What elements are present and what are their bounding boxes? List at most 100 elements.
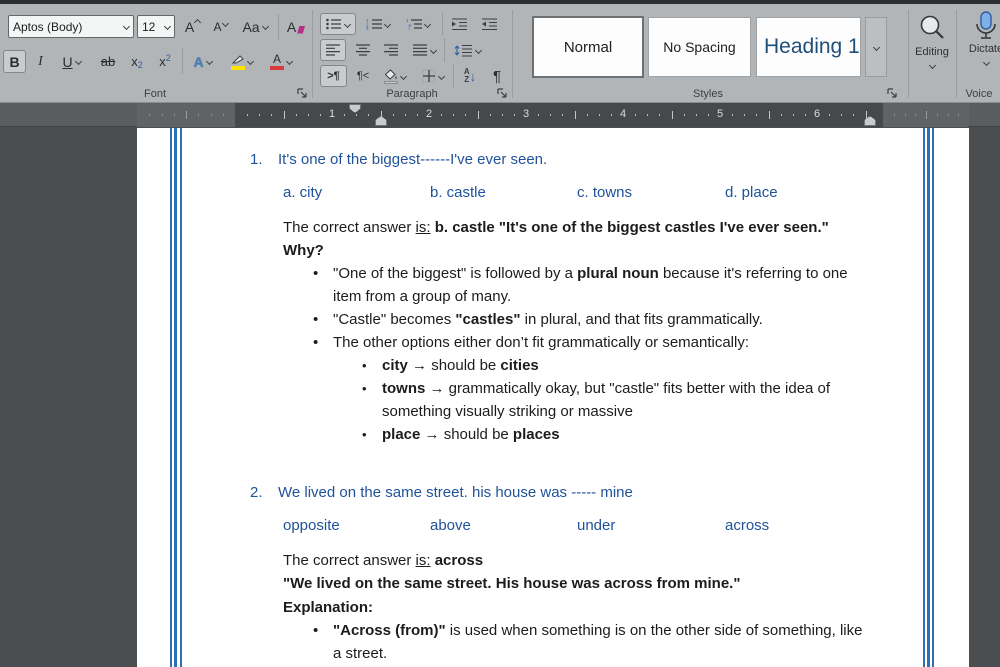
chevron-down-icon — [423, 20, 432, 28]
eraser-icon — [297, 25, 306, 34]
microphone-icon — [976, 11, 996, 39]
chevron-down-icon — [74, 57, 82, 66]
style-heading-1[interactable]: Heading 1 — [756, 17, 861, 77]
style-normal[interactable]: Normal — [533, 17, 643, 77]
borders-icon — [422, 69, 436, 83]
strikethrough-button[interactable]: ab — [94, 50, 122, 73]
question-2: 2. We lived on the same street. his hous… — [250, 481, 870, 504]
mini-separator — [453, 64, 454, 88]
bullet-icon — [313, 619, 333, 665]
question-text: It's one of the biggest------I've ever s… — [278, 151, 548, 168]
rtl-direction-button[interactable]: ¶< — [351, 65, 375, 87]
styles-group: Normal No Spacing Heading 1 Styles — [516, 4, 900, 103]
sub-list-item: place → should be places — [362, 423, 872, 446]
grow-font-button[interactable]: A — [180, 15, 205, 38]
increase-indent-icon — [482, 18, 497, 30]
chevron-down-icon — [383, 20, 392, 28]
answer-line-1: The correct answer is: b. castle "It's o… — [283, 219, 829, 236]
group-separator — [512, 10, 513, 98]
chevron-down-icon — [122, 22, 131, 31]
styles-dialog-launcher[interactable] — [886, 87, 898, 99]
chevron-down-icon — [429, 46, 437, 54]
multilevel-list-button[interactable]: 1ai — [400, 13, 436, 35]
justify-button[interactable] — [406, 39, 442, 61]
decrease-indent-button[interactable] — [446, 13, 473, 35]
search-icon — [920, 15, 944, 39]
bold-button[interactable]: B — [3, 50, 26, 73]
text-highlight-button[interactable] — [224, 50, 260, 73]
chevron-down-icon — [246, 57, 255, 66]
text-effects-button[interactable]: A — [186, 50, 219, 73]
voice-group-label: Voice — [965, 88, 993, 100]
explanation-heading: Explanation: — [283, 599, 374, 616]
line-spacing-button[interactable] — [448, 39, 486, 61]
option-b: above — [430, 517, 471, 534]
styles-more-button[interactable] — [865, 17, 887, 77]
ltr-direction-button[interactable]: >¶ — [320, 65, 347, 87]
page-border-right — [923, 128, 925, 667]
chevron-down-icon — [437, 72, 446, 80]
option-c: under — [577, 517, 616, 534]
borders-button[interactable] — [415, 65, 451, 87]
increase-indent-button[interactable] — [476, 13, 503, 35]
option-c: c. towns — [577, 184, 633, 201]
shrink-font-button[interactable]: A — [208, 15, 233, 38]
change-case-button[interactable]: Aa — [236, 15, 274, 38]
mini-separator — [442, 12, 443, 36]
justify-icon — [412, 44, 427, 56]
dictate-button[interactable]: Dictate — [960, 10, 1000, 72]
sort-arrow-icon: ↓ — [469, 68, 477, 84]
mini-separator — [278, 14, 279, 40]
decrease-indent-icon — [452, 18, 467, 30]
shading-button[interactable] — [377, 65, 413, 87]
bullets-button[interactable] — [320, 13, 356, 35]
paragraph-group-label: Paragraph — [386, 88, 438, 100]
list-item: "Castle" becomes "castles" in plural, an… — [313, 308, 879, 331]
page-border-left — [174, 128, 177, 667]
paragraph-dialog-launcher[interactable] — [496, 87, 508, 99]
style-no-spacing[interactable]: No Spacing — [648, 17, 751, 77]
sort-button[interactable]: A Z ↓ — [456, 65, 484, 87]
show-hide-formatting-button[interactable]: ¶ — [486, 65, 508, 87]
bullet-icon — [362, 377, 382, 423]
font-color-button[interactable]: A — [263, 50, 299, 73]
paragraph-group: 123 1ai >¶ ¶< A Z ↓ ¶ Paragraph — [314, 4, 510, 103]
font-name-combobox[interactable]: Aptos (Body) — [8, 15, 134, 38]
group-separator — [908, 10, 909, 98]
document-page[interactable]: 1. It's one of the biggest------I've eve… — [137, 128, 969, 667]
list-item: "Across (from)" is used when something i… — [313, 619, 879, 665]
chevron-down-icon — [474, 46, 482, 54]
chevron-down-icon — [982, 58, 990, 67]
svg-text:3: 3 — [366, 26, 369, 30]
sub-list-item: city → should be cities — [362, 354, 872, 377]
align-left-button[interactable] — [320, 39, 346, 61]
multilevel-list-icon: 1ai — [406, 18, 422, 30]
answer-quote-2: "We lived on the same street. His house … — [283, 575, 741, 592]
ruler-number: 4 — [620, 108, 627, 120]
group-separator — [956, 10, 957, 98]
subscript-button[interactable]: x2 — [124, 50, 150, 73]
chevron-down-icon — [163, 22, 172, 31]
paint-bucket-icon — [384, 68, 398, 84]
align-center-button[interactable] — [350, 39, 376, 61]
font-size-combobox[interactable]: 12 — [137, 15, 175, 38]
underline-button[interactable]: U — [55, 50, 88, 73]
ruler[interactable]: 1 2 3 4 5 6 — [0, 103, 1000, 127]
answer-line-2: The correct answer is: across — [283, 552, 484, 569]
bullet-list-icon — [326, 18, 341, 30]
numbered-list-icon: 123 — [366, 18, 382, 30]
editing-group: Editing — [910, 4, 954, 103]
align-right-button[interactable] — [378, 39, 404, 61]
editing-button[interactable]: Editing — [912, 10, 952, 72]
numbering-button[interactable]: 123 — [360, 13, 396, 35]
ruler-number: 1 — [329, 108, 336, 120]
question-1: 1. It's one of the biggest------I've eve… — [250, 148, 870, 171]
chevron-down-icon — [285, 57, 294, 66]
group-separator — [312, 10, 313, 98]
superscript-button[interactable]: x2 — [152, 50, 178, 73]
font-dialog-launcher[interactable] — [296, 87, 308, 99]
clear-formatting-button[interactable]: A — [283, 15, 309, 38]
styles-group-label: Styles — [693, 88, 723, 100]
page-border-right — [932, 128, 934, 667]
italic-button[interactable]: I — [30, 50, 51, 73]
